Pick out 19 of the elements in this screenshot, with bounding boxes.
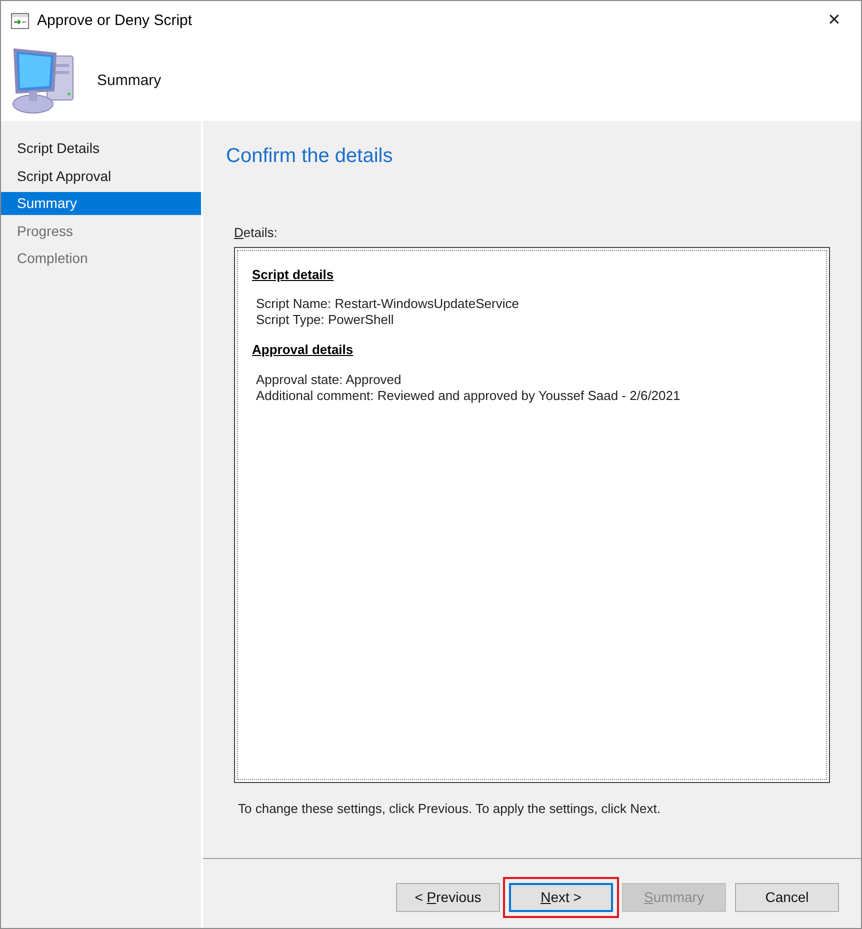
close-button[interactable]: ✕ [819,6,849,36]
details-line: Approval state: Approved [256,372,402,388]
wizard-button[interactable]: Cancel [735,883,839,912]
page-title: Summary [97,70,162,91]
details-line: Script Name: Restart-WindowsUpdateService [256,296,519,312]
window-icon [11,13,29,29]
wizard-step[interactable]: Summary [1,192,201,215]
details-label: Details: [234,224,278,242]
details-heading: Script details [252,266,334,284]
details-heading: Approval details [252,341,354,359]
wizard-button[interactable]: Next > [509,883,613,912]
instruction-text: To change these settings, click Previous. To apply the settings, click Next. [238,800,662,818]
wizard-button[interactable]: < Previous [396,883,500,912]
window-title: Approve or Deny Script [37,10,192,31]
wizard-step[interactable]: Script Details [1,137,201,160]
section-heading: Confirm the details [226,144,394,169]
wizard-step[interactable]: Script Approval [1,164,201,188]
details-line: Additional comment: Reviewed and approved by Youssef Saad - 2/6/2021 [256,388,680,404]
details-line: Script Type: PowerShell [256,312,394,328]
